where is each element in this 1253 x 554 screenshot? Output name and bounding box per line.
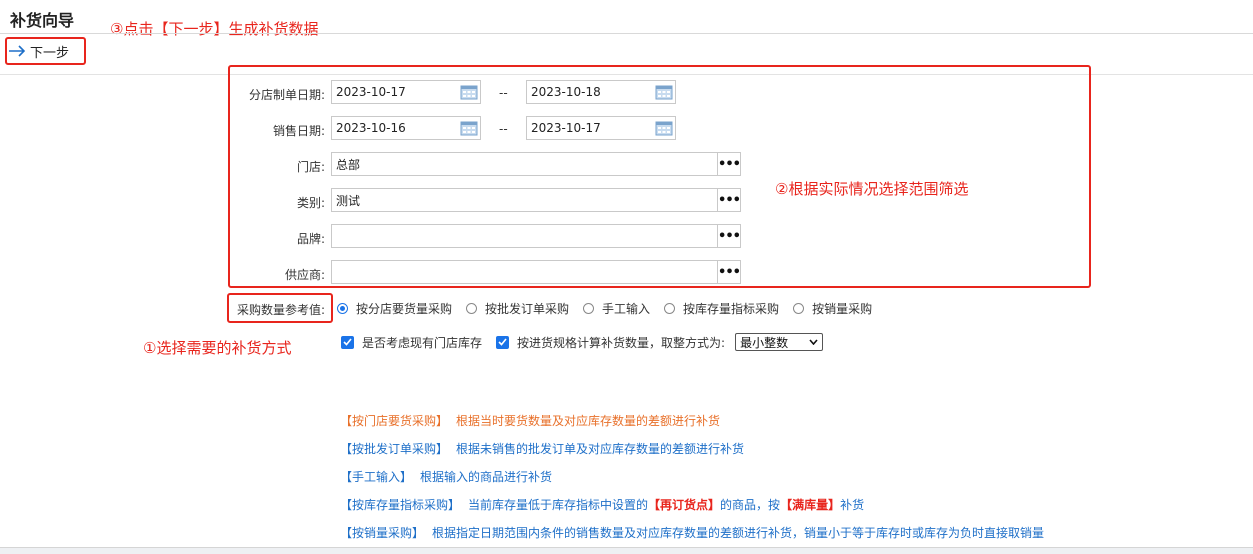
radio-empty-icon [583,303,595,314]
sales-date-to[interactable]: 2023-10-17 [526,116,676,140]
description-line: 【按销量采购】 根据指定日期范围内条件的销售数量及对应库存数量的差额进行补货，销量… [340,526,1045,540]
radio-by-wholesale-order[interactable]: 按批发订单采购 [466,300,569,317]
purchase-method-group: 按分店要货量采购 按批发订单采购 手工输入 按库存量指标采购 按销量采购 [337,300,886,317]
radio-by-stock-indicator[interactable]: 按库存量指标采购 [664,300,779,317]
radio-empty-icon [466,303,478,314]
store-label: 门店: [296,160,325,174]
by-spec-label: 按进货规格计算补货数量，取整方式为: [517,335,726,350]
supplier-picker[interactable]: ••• [331,260,741,284]
range-separator: -- [499,86,508,100]
category-picker[interactable]: 测试 ••• [331,188,741,212]
next-step-button[interactable]: 下一步 [8,40,69,62]
purchase-label: 采购数量参考值: [237,303,326,317]
next-step-label: 下一步 [30,45,70,61]
calendar-icon[interactable] [458,81,480,103]
by-spec-checkbox[interactable] [496,335,510,349]
consider-stock-label: 是否考虑现有门店库存 [362,335,483,350]
radio-by-branch-request[interactable]: 按分店要货量采购 [337,300,452,317]
description-line: 【按库存量指标采购】 当前库存量低于库存指标中设置的【再订货点】的商品，按【满库量… [340,498,865,512]
sales-date-label: 销售日期: [272,124,325,138]
options-row: 是否考虑现有门店库存 按进货规格计算补货数量，取整方式为: 最小整数 [341,333,824,351]
sales-date-from[interactable]: 2023-10-16 [331,116,481,140]
range-separator: -- [499,122,508,136]
radio-selected-icon [337,303,348,314]
annotation-step2: ②根据实际情况选择范围筛选 [775,180,969,198]
rounding-select[interactable]: 最小整数 [735,333,824,351]
arrow-right-icon [8,45,26,57]
brand-label: 品牌: [296,232,325,246]
radio-empty-icon [793,303,805,314]
radio-empty-icon [664,303,676,314]
checkmark-icon [498,338,507,346]
category-label: 类别: [296,196,325,210]
branch-date-label: 分店制单日期: [248,88,325,102]
checkmark-icon [343,338,352,346]
page-title: 补货向导 [10,11,75,30]
description-line: 【按门店要货采购】 根据当时要货数量及对应库存数量的差额进行补货 [340,414,721,428]
calendar-icon[interactable] [653,117,675,139]
chevron-down-icon [809,339,818,345]
radio-manual-input[interactable]: 手工输入 [583,300,650,317]
annotation-step3: ③点击【下一步】生成补货数据 [110,20,319,38]
annotation-step1: ①选择需要的补货方式 [143,339,292,357]
radio-by-sales[interactable]: 按销量采购 [793,300,872,317]
description-line: 【手工输入】 根据输入的商品进行补货 [340,470,553,484]
supplier-label: 供应商: [284,268,325,282]
more-button[interactable]: ••• [717,189,741,211]
header-divider [0,33,1253,34]
more-button[interactable]: ••• [717,225,741,247]
calendar-icon[interactable] [458,117,480,139]
more-button[interactable]: ••• [717,153,741,175]
branch-date-to[interactable]: 2023-10-18 [526,80,676,104]
brand-picker[interactable]: ••• [331,224,741,248]
description-line: 【按批发订单采购】 根据未销售的批发订单及对应库存数量的差额进行补货 [340,442,745,456]
branch-date-from[interactable]: 2023-10-17 [331,80,481,104]
more-button[interactable]: ••• [717,261,741,283]
consider-stock-checkbox[interactable] [341,335,354,349]
calendar-icon[interactable] [653,81,675,103]
store-picker[interactable]: 总部 ••• [331,152,741,176]
